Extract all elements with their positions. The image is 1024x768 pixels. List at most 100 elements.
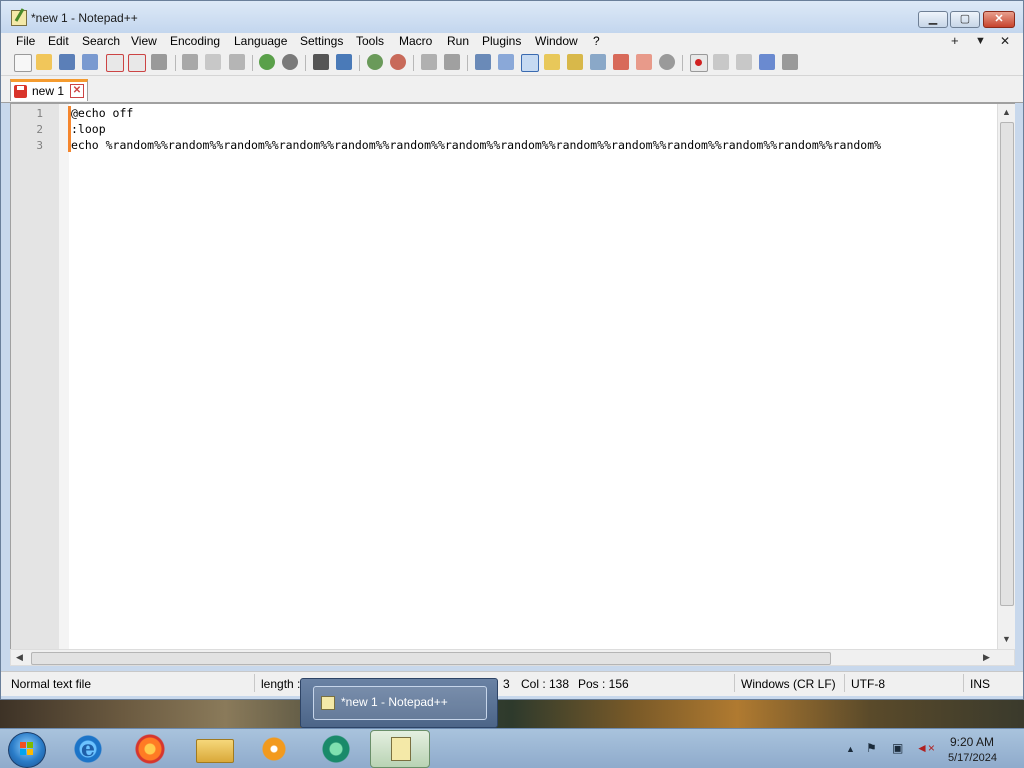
- save-icon[interactable]: [59, 54, 75, 70]
- sync-horizontal-icon[interactable]: [444, 54, 460, 70]
- vertical-scroll-thumb[interactable]: [1000, 122, 1014, 606]
- menu-file[interactable]: File: [16, 34, 35, 48]
- status-encoding: UTF-8: [851, 677, 885, 691]
- code-line[interactable]: :loop: [71, 122, 997, 136]
- notepadpp-icon: [321, 696, 335, 710]
- editor-area[interactable]: 1 2 3 @echo off :loop echo %random%%rand…: [10, 103, 1015, 650]
- action-center-flag-icon[interactable]: ⚑: [866, 741, 877, 755]
- internet-explorer-icon[interactable]: [70, 733, 106, 765]
- status-pos: Pos : 156: [578, 677, 629, 691]
- menu-search[interactable]: Search: [82, 34, 120, 48]
- tab-list-dropdown-icon[interactable]: ▼: [975, 35, 986, 47]
- horizontal-scroll-thumb[interactable]: [31, 652, 831, 665]
- title-bar: *new 1 - Notepad++ ▁ ▢ ✕: [1, 1, 1023, 33]
- new-tab-plus-icon[interactable]: +: [951, 33, 959, 48]
- line-number: 3: [36, 139, 43, 152]
- taskbar-thumbnail-preview[interactable]: *new 1 - Notepad++: [300, 678, 498, 728]
- toolbar-separator: [682, 55, 683, 71]
- vertical-scrollbar[interactable]: ▲ ▼: [997, 104, 1015, 649]
- menu-run[interactable]: Run: [447, 34, 469, 48]
- replace-icon[interactable]: [336, 54, 352, 70]
- volume-muted-icon[interactable]: ◄×: [916, 741, 935, 755]
- network-icon[interactable]: ▣: [892, 741, 903, 755]
- scroll-up-icon[interactable]: ▲: [1002, 107, 1011, 117]
- scroll-down-icon[interactable]: ▼: [1002, 634, 1011, 644]
- menu-window[interactable]: Window: [535, 34, 578, 48]
- preview-item[interactable]: *new 1 - Notepad++: [313, 686, 487, 720]
- minimize-button[interactable]: ▁: [918, 11, 948, 28]
- record-macro-icon[interactable]: [690, 54, 708, 72]
- folder-workspace-icon[interactable]: [613, 54, 629, 70]
- tab-bar: new 1 ✕: [1, 76, 1023, 103]
- print-icon[interactable]: [151, 54, 167, 70]
- file-explorer-icon[interactable]: [196, 739, 234, 763]
- cut-icon[interactable]: [182, 54, 198, 70]
- save-all-icon[interactable]: [82, 54, 98, 70]
- toolbar-separator: [252, 55, 253, 71]
- menu-tools[interactable]: Tools: [356, 34, 384, 48]
- menu-encoding[interactable]: Encoding: [170, 34, 220, 48]
- monitoring-icon[interactable]: [636, 54, 652, 70]
- notepadpp-window: *new 1 - Notepad++ ▁ ▢ ✕ File Edit Searc…: [0, 0, 1024, 700]
- status-bar: Normal text file length : 3 Col : 138 Po…: [1, 671, 1023, 696]
- indent-guide-icon[interactable]: [521, 54, 539, 72]
- media-player-icon[interactable]: [256, 733, 292, 765]
- toolbar-separator: [467, 55, 468, 71]
- preview-label: *new 1 - Notepad++: [341, 695, 448, 709]
- find-icon[interactable]: [313, 54, 329, 70]
- menu-help[interactable]: ?: [593, 34, 600, 48]
- clock-date[interactable]: 5/17/2024: [948, 752, 997, 764]
- status-separator: [254, 674, 255, 692]
- zoom-out-icon[interactable]: [390, 54, 406, 70]
- toolbar-separator: [305, 55, 306, 71]
- webex-icon[interactable]: [318, 733, 354, 765]
- run-macro-multiple-icon[interactable]: [759, 54, 775, 70]
- document-map-icon[interactable]: [567, 54, 583, 70]
- paste-icon[interactable]: [229, 54, 245, 70]
- save-macro-icon[interactable]: [782, 54, 798, 70]
- close-button[interactable]: ✕: [983, 11, 1015, 28]
- show-all-chars-icon[interactable]: [498, 54, 514, 70]
- code-line[interactable]: @echo off: [71, 106, 997, 120]
- menu-plugins[interactable]: Plugins: [482, 34, 521, 48]
- stop-macro-icon[interactable]: [713, 54, 729, 70]
- function-list-icon[interactable]: [590, 54, 606, 70]
- start-button[interactable]: [8, 732, 46, 768]
- notepadpp-taskbar-icon[interactable]: [370, 730, 430, 768]
- toolbar-separator: [359, 55, 360, 71]
- tab-close-icon[interactable]: ✕: [70, 84, 84, 98]
- zoom-in-icon[interactable]: [367, 54, 383, 70]
- menu-language[interactable]: Language: [234, 34, 287, 48]
- new-file-icon[interactable]: [14, 54, 32, 72]
- scroll-right-icon[interactable]: ▶: [983, 652, 990, 663]
- open-file-icon[interactable]: [36, 54, 52, 70]
- menu-settings[interactable]: Settings: [300, 34, 343, 48]
- undo-icon[interactable]: [259, 54, 275, 70]
- menu-view[interactable]: View: [131, 34, 157, 48]
- taskbar: ▲ ⚑ ▣ ◄× 9:20 AM 5/17/2024: [0, 728, 1024, 768]
- firefox-icon[interactable]: [132, 733, 168, 765]
- close-all-icon[interactable]: [128, 54, 146, 72]
- menu-macro[interactable]: Macro: [399, 34, 432, 48]
- line-number: 2: [36, 123, 43, 136]
- line-number-gutter: 1 2 3: [11, 104, 69, 649]
- redo-icon[interactable]: [282, 54, 298, 70]
- sync-vertical-icon[interactable]: [421, 54, 437, 70]
- tab-new-1[interactable]: new 1 ✕: [10, 79, 88, 101]
- horizontal-scrollbar[interactable]: ◀ ▶: [10, 649, 1015, 666]
- play-macro-icon[interactable]: [736, 54, 752, 70]
- code-line[interactable]: echo %random%%random%%random%%random%%ra…: [71, 138, 997, 152]
- maximize-button[interactable]: ▢: [950, 11, 980, 28]
- status-separator: [734, 674, 735, 692]
- speech-bubble-icon[interactable]: [659, 54, 675, 70]
- close-icon[interactable]: [106, 54, 124, 72]
- define-language-icon[interactable]: [544, 54, 560, 70]
- menu-edit[interactable]: Edit: [48, 34, 69, 48]
- copy-icon[interactable]: [205, 54, 221, 70]
- show-hidden-icons-icon[interactable]: ▲: [846, 744, 855, 754]
- scroll-left-icon[interactable]: ◀: [16, 652, 23, 663]
- close-document-icon[interactable]: ✕: [1000, 34, 1010, 48]
- word-wrap-icon[interactable]: [475, 54, 491, 70]
- clock-time[interactable]: 9:20 AM: [950, 735, 994, 749]
- toolbar-separator: [175, 55, 176, 71]
